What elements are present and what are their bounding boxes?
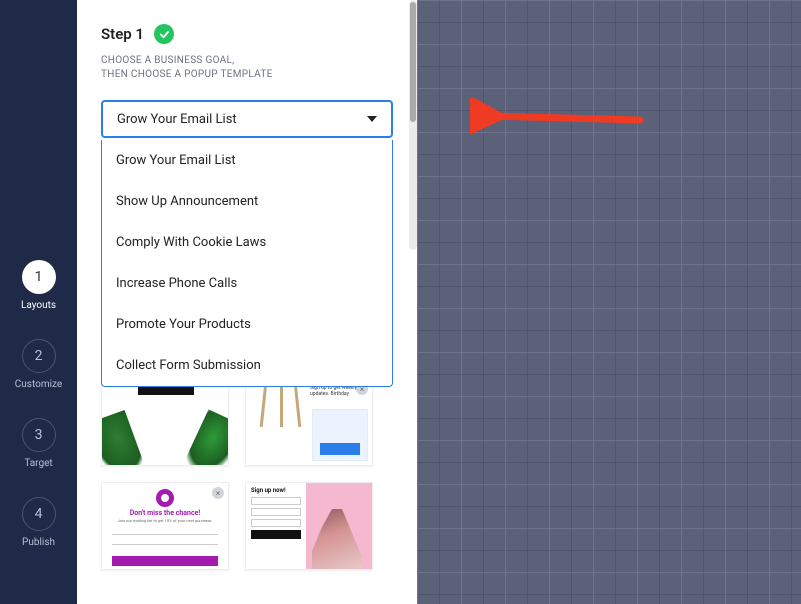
template-headline-preview: Don't miss the chance! xyxy=(102,509,228,517)
sidebar-step-1[interactable]: 1 xyxy=(22,260,56,294)
template-gallery: × Sign up to get weekly updates. Birthda… xyxy=(77,378,417,570)
step-number: 4 xyxy=(35,506,43,522)
template-title-preview: Sign up now! xyxy=(251,487,301,494)
dropdown-option[interactable]: Comply With Cookie Laws xyxy=(102,222,392,263)
sidebar-step-1-label: Layouts xyxy=(21,300,56,311)
panel-subtitle: CHOOSE A BUSINESS GOAL, THEN CHOOSE A PO… xyxy=(101,54,393,82)
template-card[interactable]: × Sign up to get weekly updates. Birthda… xyxy=(245,378,373,466)
business-goal-dropdown: Grow Your Email List Grow Your Email Lis… xyxy=(77,100,417,138)
dropdown-option[interactable]: Grow Your Email List xyxy=(102,140,392,181)
dropdown-menu: Grow Your Email List Show Up Announcemen… xyxy=(101,140,393,387)
template-card[interactable]: × Sign up now! xyxy=(245,482,373,570)
sidebar-step-2[interactable]: 2 xyxy=(22,339,56,373)
sidebar-step-3[interactable]: 3 xyxy=(22,418,56,452)
template-input-preview xyxy=(112,528,218,535)
leaf-decoration xyxy=(101,410,145,466)
template-input-preview xyxy=(251,497,301,505)
template-input-preview xyxy=(112,538,218,545)
template-input-preview xyxy=(251,508,301,516)
template-button-preview xyxy=(320,443,360,455)
dropdown-option[interactable]: Increase Phone Calls xyxy=(102,263,392,304)
step-number: 1 xyxy=(35,269,43,285)
preview-canvas[interactable] xyxy=(417,0,801,604)
dropdown-option[interactable]: Show Up Announcement xyxy=(102,181,392,222)
wizard-sidebar: 1 Layouts 2 Customize 3 Target 4 Publish xyxy=(0,0,77,604)
dropdown-selected-label: Grow Your Email List xyxy=(117,112,237,127)
step-number: 3 xyxy=(35,427,43,443)
template-logo-preview xyxy=(156,489,174,507)
sidebar-step-2-label: Customize xyxy=(15,379,62,390)
panel-header: Step 1 CHOOSE A BUSINESS GOAL, THEN CHOO… xyxy=(77,24,417,82)
template-card[interactable] xyxy=(101,378,229,466)
sidebar-step-4[interactable]: 4 xyxy=(22,497,56,531)
person-decoration xyxy=(312,509,362,569)
template-button-preview xyxy=(112,556,218,566)
template-input-preview xyxy=(251,519,301,527)
sidebar-step-3-label: Target xyxy=(24,458,52,469)
dropdown-option[interactable]: Promote Your Products xyxy=(102,304,392,345)
check-icon xyxy=(154,24,174,44)
template-sub-preview: Join our mailing list to get 15% of your… xyxy=(108,519,222,524)
template-button-preview xyxy=(251,530,301,539)
template-card[interactable]: × Don't miss the chance! Join our mailin… xyxy=(101,482,229,570)
leaf-decoration xyxy=(183,409,229,466)
layouts-panel: Step 1 CHOOSE A BUSINESS GOAL, THEN CHOO… xyxy=(77,0,417,604)
dropdown-trigger[interactable]: Grow Your Email List xyxy=(101,100,393,138)
dropdown-option[interactable]: Collect Form Submission xyxy=(102,345,392,386)
template-form-preview: Sign up now! xyxy=(246,483,306,569)
template-image-preview xyxy=(306,483,372,569)
sidebar-step-4-label: Publish xyxy=(22,537,55,548)
subtitle-line-1: CHOOSE A BUSINESS GOAL, xyxy=(101,55,234,66)
step-number: 2 xyxy=(35,348,43,364)
step-title: Step 1 xyxy=(101,25,144,43)
subtitle-line-2: THEN CHOOSE A POPUP TEMPLATE xyxy=(101,69,273,80)
caret-down-icon xyxy=(367,116,377,122)
close-icon: × xyxy=(212,487,224,499)
